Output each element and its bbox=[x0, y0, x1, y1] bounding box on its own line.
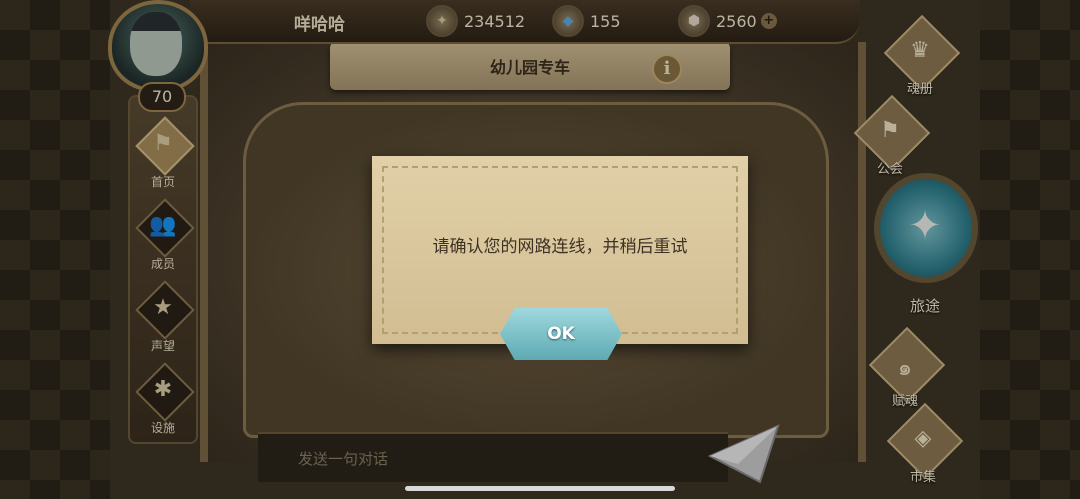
ok-label: OK bbox=[547, 324, 575, 344]
dialog-message: 请确认您的网路连线，并稍后重试 bbox=[432, 237, 688, 257]
ok-button[interactable]: OK bbox=[500, 308, 622, 360]
home-indicator bbox=[405, 486, 675, 491]
